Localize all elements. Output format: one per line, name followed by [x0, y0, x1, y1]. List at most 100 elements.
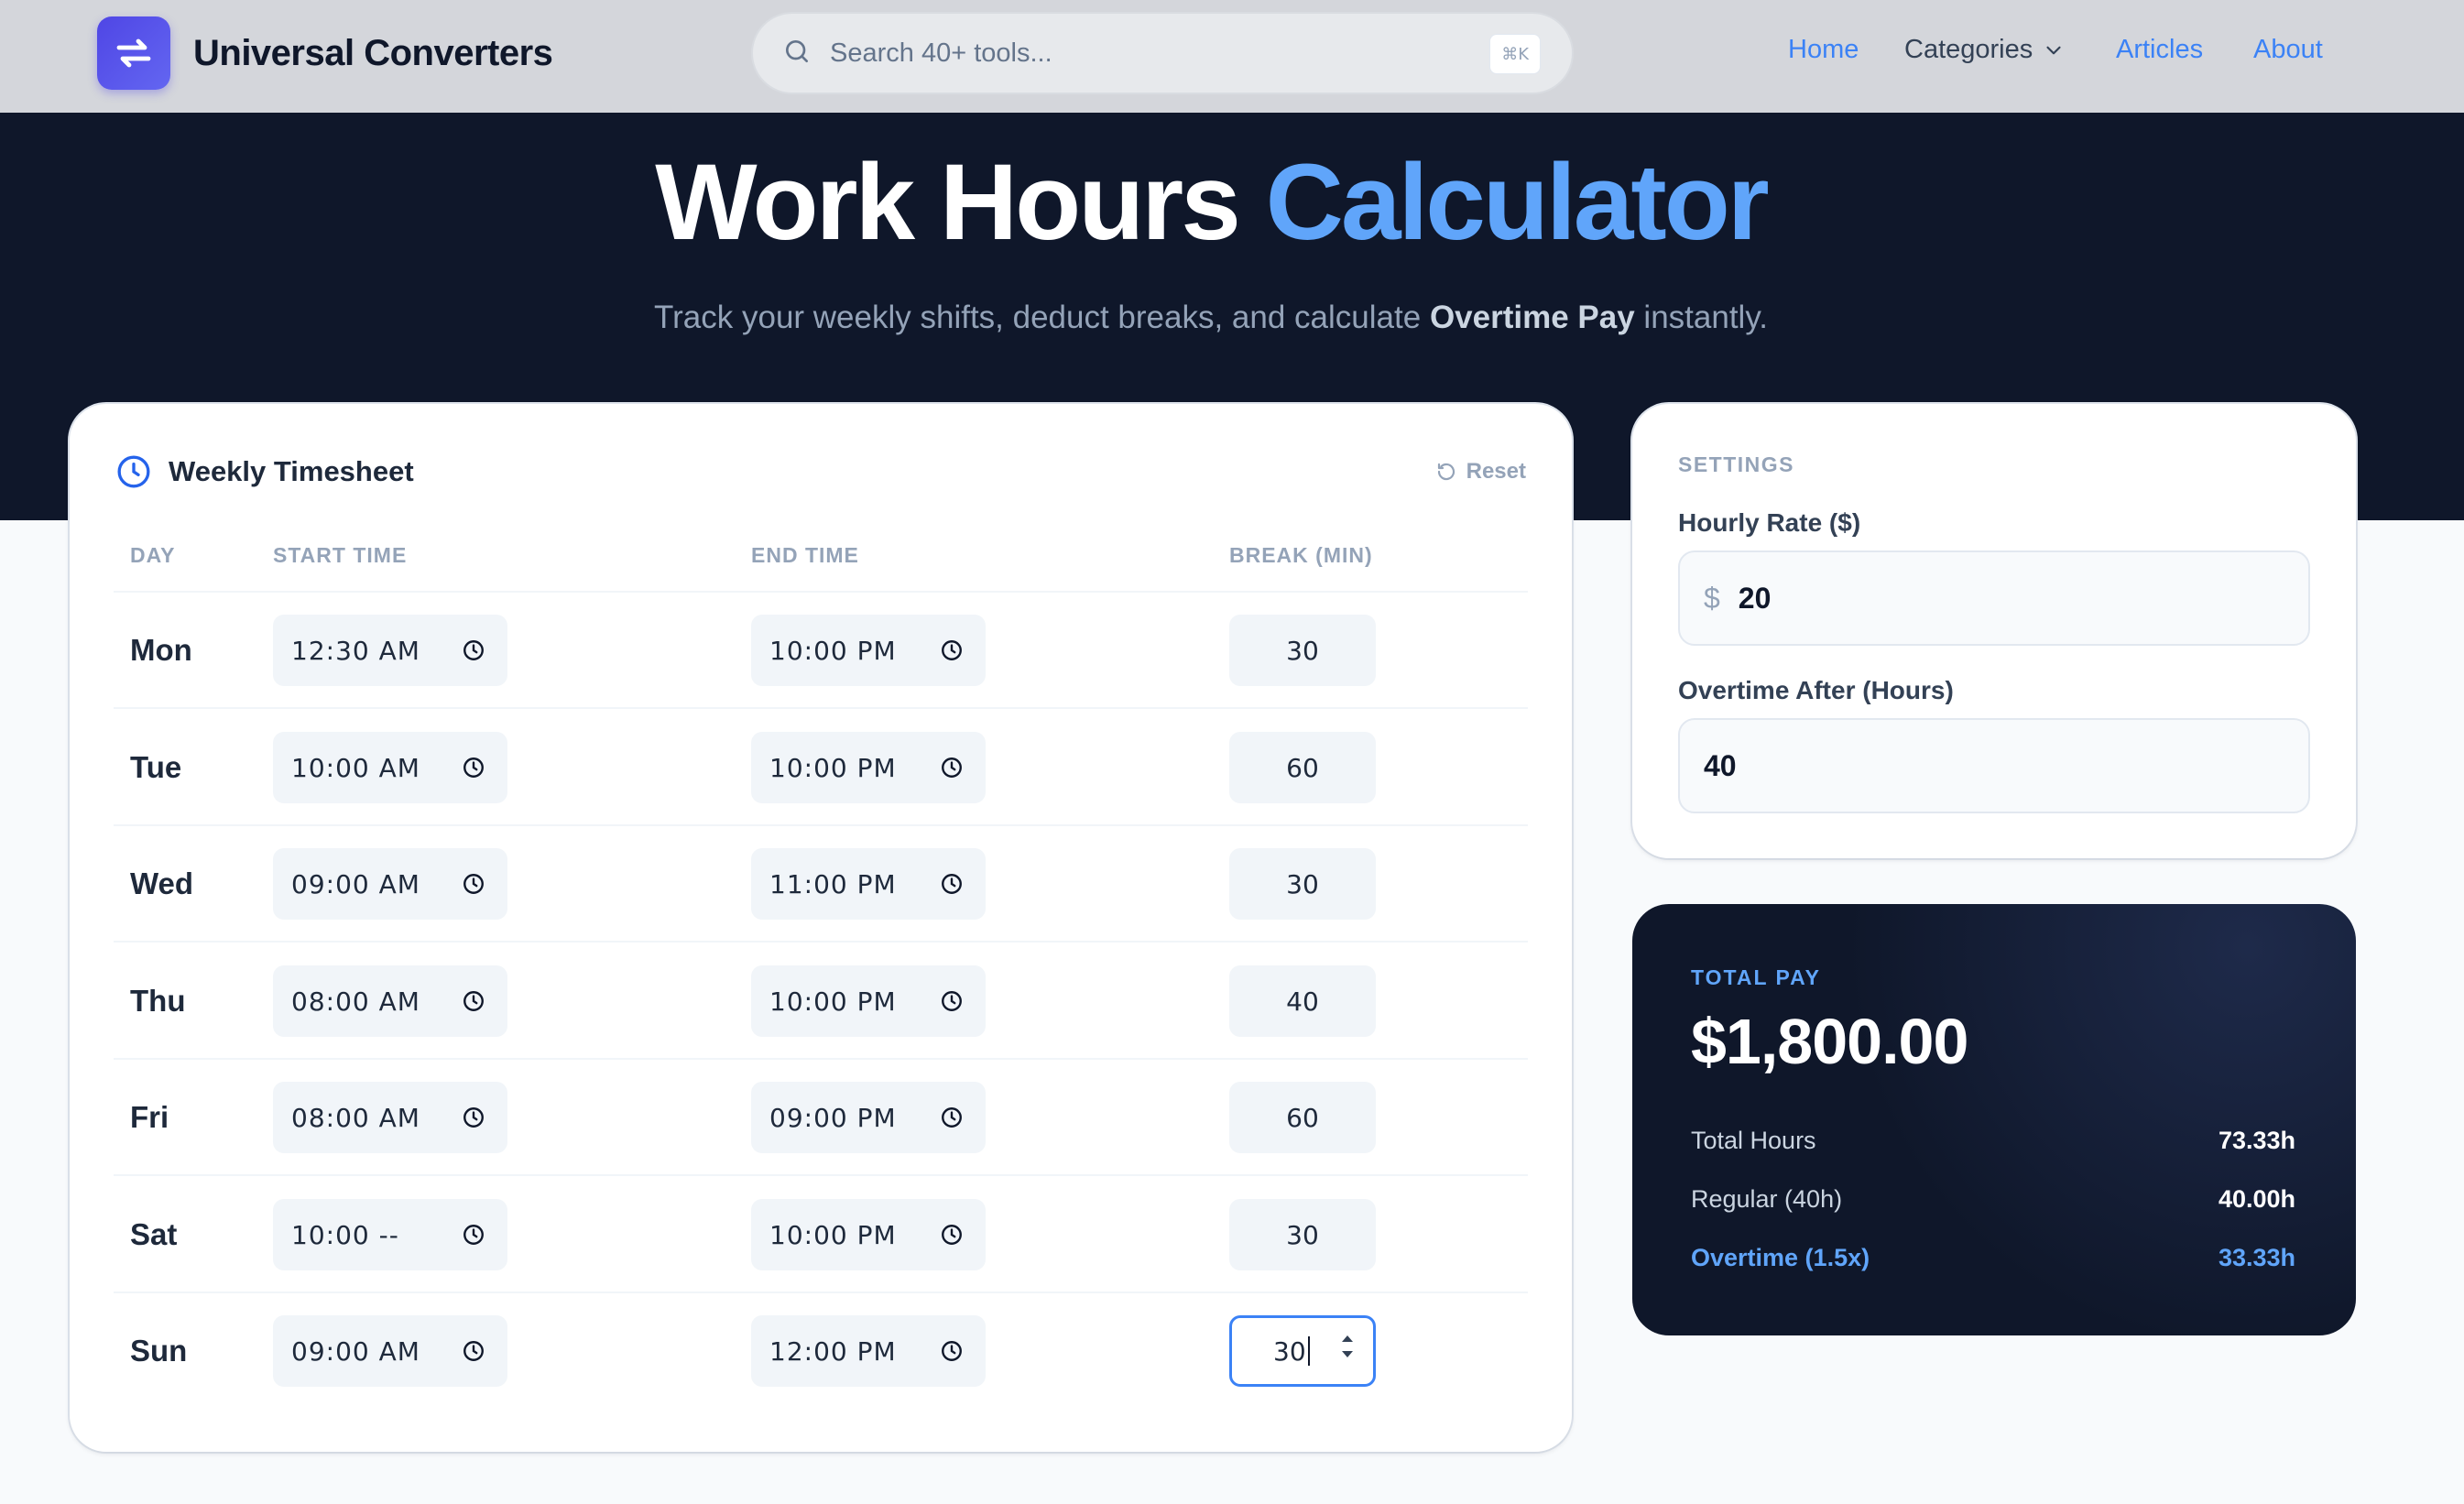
subtitle-post: instantly. — [1643, 300, 1768, 335]
start-time-value: 09:00 AM — [291, 868, 420, 899]
total-hours-label: Total Hours — [1691, 1127, 1816, 1154]
end-time-input[interactable]: 10:00 PM — [751, 1199, 986, 1270]
end-time-input[interactable]: 11:00 PM — [751, 848, 986, 920]
end-time-value: 10:00 PM — [769, 635, 897, 666]
total-hours-row: Total Hours 73.33h — [1691, 1127, 2295, 1155]
overtime-after-label: Overtime After (Hours) — [1678, 676, 1954, 704]
start-time-input[interactable]: 09:00 AM — [273, 848, 507, 920]
start-time-value: 10:00 AM — [291, 752, 420, 783]
day-label: Mon — [130, 633, 192, 667]
regular-hours-row: Regular (40h) 40.00h — [1691, 1185, 2295, 1214]
start-time-input[interactable]: 09:00 AM — [273, 1315, 507, 1387]
start-time-input[interactable]: 10:00 AM — [273, 732, 507, 803]
break-input[interactable]: 30 — [1229, 1199, 1376, 1270]
page-subtitle: Track your weekly shifts, deduct breaks,… — [0, 300, 2422, 336]
end-time-input[interactable]: 12:00 PM — [751, 1315, 986, 1387]
spinner-down-icon — [1342, 1351, 1353, 1357]
regular-hours-label: Regular (40h) — [1691, 1185, 1843, 1213]
day-label: Sun — [130, 1334, 188, 1368]
day-label: Sat — [130, 1217, 178, 1251]
time-icon[interactable] — [462, 1223, 485, 1253]
start-time-input[interactable]: 08:00 AM — [273, 965, 507, 1037]
start-time-value: 08:00 AM — [291, 1102, 420, 1133]
start-time-input[interactable]: 10:00 -- — [273, 1199, 507, 1270]
row-divider — [114, 1058, 1528, 1060]
time-icon[interactable] — [940, 756, 964, 786]
time-icon[interactable] — [940, 872, 964, 902]
start-time-value: 09:00 AM — [291, 1335, 420, 1367]
column-header-start: START TIME — [273, 543, 408, 567]
hourly-rate-value: 20 — [1738, 581, 1772, 615]
end-time-value: 12:00 PM — [769, 1335, 897, 1367]
time-icon[interactable] — [462, 1106, 485, 1136]
refresh-icon — [97, 16, 170, 90]
end-time-value: 10:00 PM — [769, 986, 897, 1017]
text-caret — [1307, 1336, 1310, 1366]
hourly-rate-input[interactable]: $ 20 — [1678, 550, 2310, 646]
clock-icon — [115, 453, 152, 490]
break-input[interactable]: 30 — [1229, 615, 1376, 686]
overtime-after-value: 40 — [1704, 748, 1737, 782]
start-time-value: 08:00 AM — [291, 986, 420, 1017]
time-icon[interactable] — [462, 756, 485, 786]
start-time-input[interactable]: 12:30 AM — [273, 615, 507, 686]
nav-about[interactable]: About — [2253, 35, 2323, 65]
row-divider — [114, 1174, 1528, 1176]
time-icon[interactable] — [940, 989, 964, 1019]
nav-categories-label: Categories — [1904, 35, 2033, 64]
hourly-rate-label: Hourly Rate ($) — [1678, 508, 1861, 537]
time-icon[interactable] — [940, 1223, 964, 1253]
time-icon[interactable] — [462, 1339, 485, 1369]
end-time-input[interactable]: 09:00 PM — [751, 1082, 986, 1153]
row-divider — [114, 1291, 1528, 1293]
start-time-input[interactable]: 08:00 AM — [273, 1082, 507, 1153]
timesheet-header: Weekly Timesheet — [115, 453, 414, 490]
nav-categories[interactable]: Categories — [1904, 35, 2066, 65]
break-input[interactable]: 30 — [1229, 848, 1376, 920]
reset-button[interactable]: Reset — [1435, 459, 1526, 485]
regular-hours-value: 40.00h — [2218, 1185, 2295, 1213]
number-spinner[interactable] — [1340, 1333, 1355, 1360]
time-icon[interactable] — [940, 1106, 964, 1136]
spinner-up-icon — [1342, 1335, 1353, 1342]
column-header-end: END TIME — [751, 543, 859, 567]
reset-icon — [1435, 461, 1457, 483]
title-main: Work Hours — [655, 142, 1241, 263]
end-time-value: 09:00 PM — [769, 1102, 897, 1133]
settings-label: SETTINGS — [1678, 452, 1795, 476]
time-icon[interactable] — [940, 1339, 964, 1369]
nav-home[interactable]: Home — [1788, 35, 1859, 65]
timesheet-title: Weekly Timesheet — [169, 455, 414, 487]
search-input[interactable] — [830, 38, 1416, 69]
time-icon[interactable] — [940, 638, 964, 669]
overtime-after-input[interactable]: 40 — [1678, 718, 2310, 813]
time-icon[interactable] — [462, 638, 485, 669]
search-box[interactable]: ⌘K — [751, 12, 1574, 94]
time-icon[interactable] — [462, 989, 485, 1019]
end-time-input[interactable]: 10:00 PM — [751, 965, 986, 1037]
shortcut-hint: ⌘K — [1489, 34, 1541, 74]
break-input[interactable]: 60 — [1229, 1082, 1376, 1153]
break-input-focused[interactable]: 30 — [1229, 1315, 1376, 1387]
brand-name: Universal Converters — [193, 32, 553, 73]
end-time-value: 10:00 PM — [769, 752, 897, 783]
time-icon[interactable] — [462, 872, 485, 902]
search-icon — [782, 37, 812, 71]
total-hours-value: 73.33h — [2218, 1127, 2295, 1154]
subtitle-bold: Overtime Pay — [1429, 300, 1635, 335]
end-time-value: 10:00 PM — [769, 1219, 897, 1250]
end-time-input[interactable]: 10:00 PM — [751, 732, 986, 803]
overtime-hours-row: Overtime (1.5x) 33.33h — [1691, 1244, 2295, 1272]
end-time-input[interactable]: 10:00 PM — [751, 615, 986, 686]
break-value: 30 — [1273, 1335, 1306, 1367]
row-divider — [114, 824, 1528, 826]
total-pay-label: TOTAL PAY — [1691, 965, 1821, 989]
break-input[interactable]: 60 — [1229, 732, 1376, 803]
header-divider — [114, 591, 1528, 593]
nav-articles[interactable]: Articles — [2116, 35, 2203, 65]
chevron-down-icon — [2042, 38, 2066, 62]
column-header-break: BREAK (MIN) — [1229, 543, 1373, 567]
column-header-day: DAY — [130, 543, 176, 567]
brand[interactable]: Universal Converters — [97, 16, 553, 90]
break-input[interactable]: 40 — [1229, 965, 1376, 1037]
